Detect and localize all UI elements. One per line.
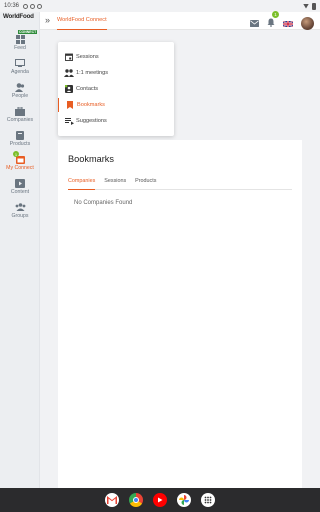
- language-flag-icon[interactable]: [282, 14, 294, 32]
- bookmarks-card: Bookmarks Companies Sessions Products No…: [58, 140, 302, 488]
- bookmark-icon: [65, 100, 75, 110]
- menu-item-sessions[interactable]: Sessions: [58, 50, 174, 64]
- status-time: 10:36: [4, 3, 20, 9]
- menu-item-contacts[interactable]: Contacts: [58, 82, 174, 96]
- collapse-sidebar-icon[interactable]: »: [45, 15, 50, 25]
- menu-item-meetings[interactable]: 1:1 meetings: [58, 66, 174, 80]
- sidebar-item-people[interactable]: People: [0, 82, 40, 104]
- tab-sessions[interactable]: Sessions: [104, 176, 126, 190]
- my-connect-menu: Sessions 1:1 meetings Contacts Bookmarks…: [58, 42, 174, 136]
- photos-icon[interactable]: [177, 493, 191, 507]
- youtube-icon[interactable]: [153, 493, 167, 507]
- sidebar-item-label: Agenda: [11, 69, 29, 75]
- menu-item-label: 1:1 meetings: [76, 70, 109, 76]
- menu-item-label: Contacts: [76, 86, 99, 92]
- menu-item-bookmarks[interactable]: Bookmarks: [58, 98, 174, 112]
- feed-icon: [13, 34, 27, 44]
- menu-item-label: Bookmarks: [77, 102, 105, 108]
- groups-icon: [13, 202, 27, 212]
- status-bar: 10:36: [0, 0, 320, 12]
- wifi-icon: [303, 3, 309, 9]
- people-icon: [13, 82, 27, 92]
- tab-companies[interactable]: Companies: [68, 176, 96, 190]
- notifications-button[interactable]: 1: [267, 11, 279, 32]
- content-icon: [13, 178, 27, 188]
- sidebar-item-products[interactable]: Products: [0, 130, 40, 152]
- app-drawer-icon[interactable]: [201, 493, 215, 507]
- tab-products[interactable]: Products: [135, 176, 156, 190]
- bell-icon: [267, 18, 275, 27]
- mail-icon[interactable]: [250, 14, 259, 32]
- menu-item-label: Sessions: [76, 54, 99, 60]
- status-icon: [37, 3, 43, 9]
- sidebar-item-label: Groups: [11, 213, 29, 219]
- sidebar-item-companies[interactable]: Companies: [0, 106, 40, 128]
- sidebar-item-content[interactable]: Content: [0, 178, 40, 200]
- companies-icon: [13, 106, 27, 116]
- sidebar-item-label: People: [11, 93, 29, 99]
- avatar[interactable]: [301, 16, 314, 30]
- sidebar-item-label: Companies: [6, 117, 34, 123]
- sidebar-item-my-connect[interactable]: 1 My Connect: [0, 151, 40, 176]
- bookmark-tabs: Companies Sessions Products: [68, 176, 292, 190]
- notification-badge: 1: [272, 11, 279, 18]
- meetings-icon: [64, 68, 74, 78]
- empty-state-message: No Companies Found: [74, 200, 133, 206]
- contacts-icon: [64, 84, 74, 94]
- status-icon: [23, 3, 29, 9]
- sidebar: WorldFood CONNECT Feed Agenda People Com…: [0, 12, 40, 488]
- calendar-icon: [64, 52, 74, 62]
- agenda-icon: [13, 58, 27, 68]
- menu-item-label: Suggestions: [76, 118, 107, 124]
- chrome-icon[interactable]: [129, 493, 143, 507]
- page-title: Bookmarks: [68, 154, 114, 164]
- app-dock: [100, 489, 220, 511]
- top-bar: » WorldFood Connect 1: [40, 11, 320, 32]
- app-logo[interactable]: WorldFood CONNECT: [3, 13, 39, 34]
- tab-worldfood-connect[interactable]: WorldFood Connect: [57, 12, 107, 30]
- sidebar-item-agenda[interactable]: Agenda: [0, 58, 40, 80]
- battery-icon: [312, 2, 316, 10]
- sidebar-item-label: Content: [10, 189, 30, 195]
- my-connect-icon: 1: [13, 151, 27, 164]
- gmail-icon[interactable]: [105, 493, 119, 507]
- suggestions-icon: [64, 116, 74, 126]
- sidebar-item-label: Products: [9, 141, 31, 147]
- sidebar-item-groups[interactable]: Groups: [0, 202, 40, 224]
- menu-item-suggestions[interactable]: Suggestions: [58, 114, 174, 128]
- status-icon: [30, 3, 36, 9]
- sidebar-item-label: My Connect: [6, 165, 34, 171]
- products-icon: [13, 130, 27, 140]
- sidebar-item-label: Feed: [14, 45, 26, 51]
- my-connect-badge: 1: [13, 151, 19, 157]
- sidebar-item-feed[interactable]: Feed: [0, 34, 40, 56]
